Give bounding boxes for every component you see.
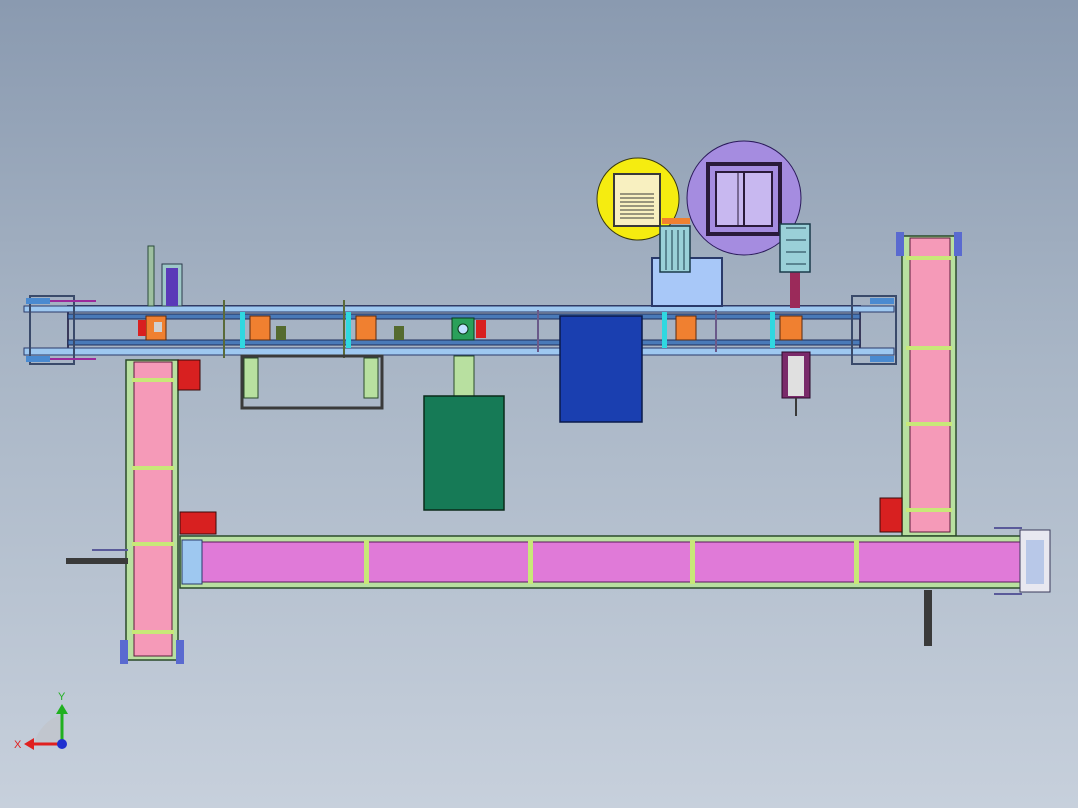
blue-panel — [559, 315, 643, 423]
rail-right-cap-bottom — [870, 356, 894, 362]
triad-plane-wedge — [34, 714, 62, 744]
carriage-1 — [138, 315, 167, 341]
triad-x-arrow — [24, 738, 34, 750]
cad-viewport[interactable]: Y X — [0, 0, 1078, 808]
coordinate-triad: Y X — [14, 691, 68, 751]
triad-z-origin — [57, 739, 67, 749]
yellow-zone-slats — [620, 193, 654, 219]
rail-right-cap — [870, 298, 894, 304]
rail-bottom-bar — [23, 347, 895, 356]
triad-x-label: X — [14, 739, 22, 751]
carriage-4 — [451, 317, 486, 341]
rail-left-cap-bottom — [26, 356, 50, 362]
green-cabinet — [423, 395, 505, 511]
triad-y-arrow — [56, 704, 68, 714]
rail-top-bar — [23, 305, 895, 313]
left-upright-post — [147, 245, 183, 307]
triad-y-label: Y — [58, 691, 66, 703]
rail-lower-blue — [67, 339, 861, 346]
rail-left-cap — [26, 298, 50, 304]
